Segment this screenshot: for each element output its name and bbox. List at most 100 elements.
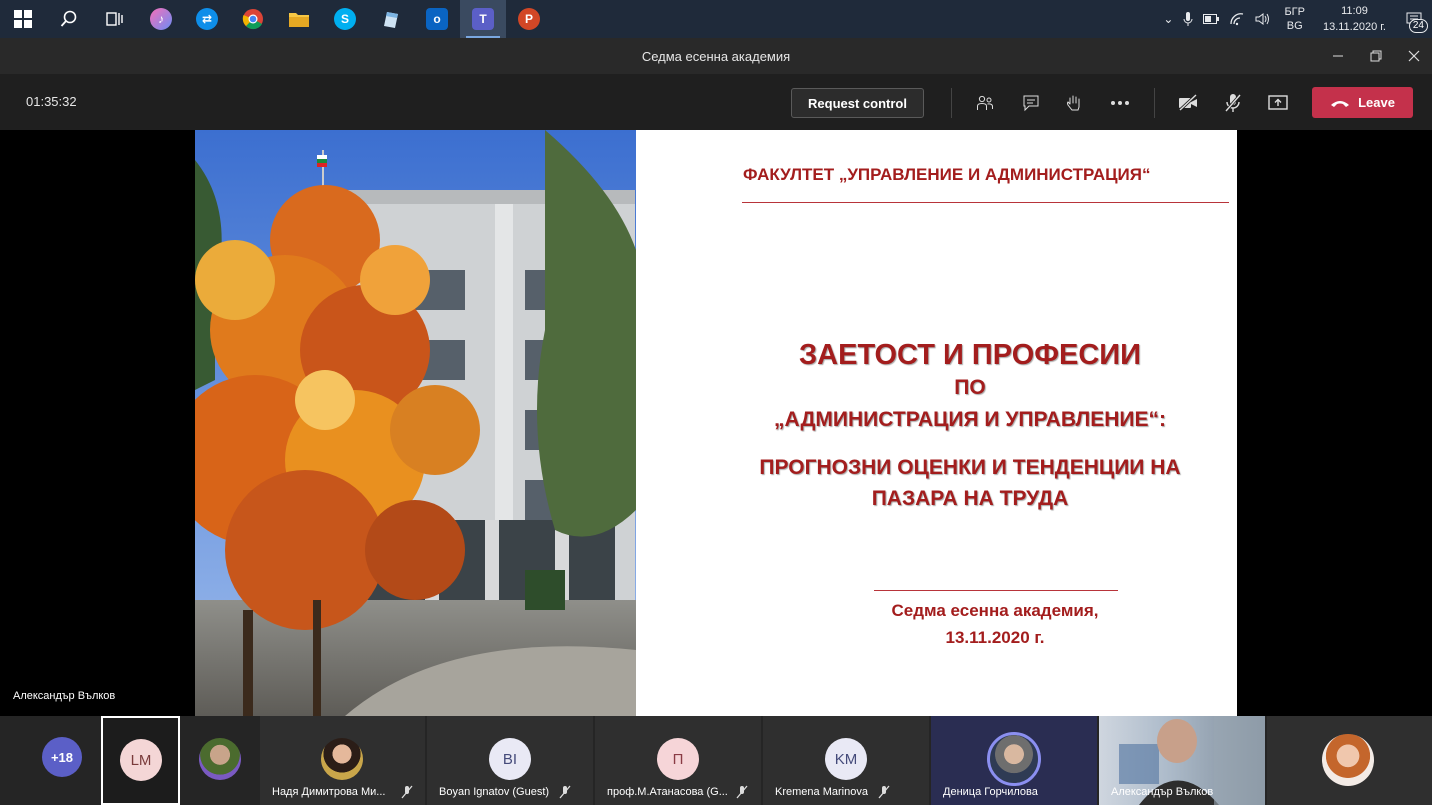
skype-icon: S [334, 8, 356, 30]
meeting-timer: 01:35:32 [26, 94, 77, 109]
teamviewer-app-button[interactable]: ⇄ [184, 0, 230, 38]
participant-tile-speaking[interactable]: Деница Горчилова [931, 716, 1097, 805]
mic-off-icon [736, 785, 748, 799]
outlook-icon: o [426, 8, 448, 30]
participant-name: Kremena Marinova [775, 786, 868, 798]
slide-event-name: Седма есенна академия, [891, 601, 1099, 620]
restore-button[interactable] [1357, 38, 1394, 74]
powerpoint-app-button[interactable]: P [506, 0, 552, 38]
avatar-photo [321, 738, 363, 780]
participant-name: Александър Вълков [1111, 786, 1214, 798]
camera-toggle-button[interactable] [1173, 88, 1203, 118]
share-content-button[interactable] [1263, 88, 1293, 118]
more-participants-button[interactable]: +18 [42, 737, 82, 777]
notes-app-button[interactable] [368, 0, 414, 38]
chat-icon [1023, 95, 1039, 112]
slide-footer: Седма есенна академия, 13.11.2020 г. [785, 597, 1205, 651]
building-photo-image [195, 130, 636, 716]
slide-title-line-2: ПО [954, 376, 986, 399]
slide-divider-top [742, 202, 1229, 203]
chat-button[interactable] [1016, 88, 1046, 118]
action-center-button[interactable]: 24 [1396, 0, 1432, 38]
slide-title-line-3: „АДМИНИСТРАЦИЯ И УПРАВЛЕНИЕ“: [774, 408, 1166, 431]
mic-off-icon [401, 785, 413, 799]
battery-icon[interactable] [1203, 14, 1220, 24]
restore-icon [1370, 50, 1381, 62]
close-button[interactable] [1395, 38, 1432, 74]
window-titlebar: Седма есенна академия [0, 38, 1432, 74]
mic-off-icon [559, 785, 571, 799]
avatar: П [657, 738, 699, 780]
slide-title-line-1: ЗАЕТОСТ И ПРОФЕСИИ [799, 339, 1141, 371]
leave-button[interactable]: Leave [1312, 87, 1413, 118]
leave-label: Leave [1358, 95, 1395, 110]
chevron-up-icon[interactable]: ⌄ [1163, 12, 1173, 26]
raise-hand-icon [1067, 95, 1080, 111]
slide-main-title: ЗАЕТОСТ И ПРОФЕСИИ ПО „АДМИНИСТРАЦИЯ И У… [725, 338, 1215, 515]
slide-divider-bottom [874, 590, 1118, 591]
participant-tile[interactable]: П проф.М.Атанасова (G... [595, 716, 761, 805]
search-icon [60, 10, 77, 27]
chrome-app-button[interactable] [230, 0, 276, 38]
task-view-button[interactable] [92, 0, 138, 38]
minimize-icon [1332, 55, 1343, 57]
avatar-photo [199, 738, 241, 780]
avatar: KM [825, 738, 867, 780]
mic-toggle-button[interactable] [1218, 88, 1248, 118]
slide-event-date: 13.11.2020 г. [945, 628, 1045, 647]
participant-name: проф.М.Атанасова (G... [607, 786, 728, 798]
participant-tile[interactable]: Надя Димитрова Ми... [260, 716, 425, 805]
participant-tile[interactable]: LM [101, 716, 180, 805]
itunes-icon: ♪ [150, 8, 172, 30]
itunes-app-button[interactable]: ♪ [138, 0, 184, 38]
participant-tile[interactable] [1267, 716, 1432, 805]
mic-off-icon [1224, 94, 1242, 112]
window-controls [1318, 38, 1432, 74]
more-actions-button[interactable] [1105, 88, 1135, 118]
teams-app-button[interactable]: T [460, 0, 506, 38]
language-code: БГР [1284, 6, 1305, 18]
teamviewer-icon: ⇄ [196, 8, 218, 30]
request-control-button[interactable]: Request control [791, 88, 924, 118]
participants-button[interactable] [970, 88, 1000, 118]
participant-tile[interactable] [182, 716, 258, 805]
task-view-icon [106, 12, 123, 26]
folder-icon [289, 13, 309, 27]
minimize-button[interactable] [1319, 38, 1356, 74]
shared-content-stage: ФАКУЛТЕТ „УПРАВЛЕНИЕ И АДМИНИСТРАЦИЯ“ ЗА… [0, 130, 1432, 716]
clock-time: 11:09 [1341, 5, 1368, 17]
participant-tile-video[interactable]: Александър Вълков [1099, 716, 1265, 805]
slide-faculty-heading: ФАКУЛТЕТ „УПРАВЛЕНИЕ И АДМИНИСТРАЦИЯ“ [743, 165, 1151, 184]
toolbar-divider [951, 88, 952, 118]
system-tray: ⌄ БГР BG 11:09 13.11.2020 г. 24 [1158, 0, 1432, 38]
participant-tile[interactable]: KM Kremena Marinova [763, 716, 929, 805]
volume-icon[interactable] [1255, 12, 1271, 26]
share-screen-icon [1268, 95, 1288, 110]
avatar-photo [987, 732, 1041, 786]
window-title: Седма есенна академия [641, 48, 791, 64]
hang-up-icon [1331, 100, 1350, 107]
clock[interactable]: 11:09 13.11.2020 г. [1323, 3, 1386, 35]
powerpoint-icon: P [518, 8, 540, 30]
participants-strip: +18 LM Надя Димитрова Ми... BI Boyan Ign… [0, 716, 1432, 805]
slide-title-line-4: ПРОГНОЗНИ ОЦЕНКИ И ТЕНДЕНЦИИ НА [759, 456, 1181, 479]
avatar: LM [120, 739, 162, 781]
taskbar-search-button[interactable] [46, 0, 92, 38]
camera-off-icon [1178, 94, 1198, 112]
outlook-app-button[interactable]: o [414, 0, 460, 38]
participant-name: Деница Горчилова [943, 786, 1038, 798]
toolbar-divider [1154, 88, 1155, 118]
participant-tile[interactable]: BI Boyan Ignatov (Guest) [427, 716, 593, 805]
raise-hand-button[interactable] [1059, 88, 1089, 118]
file-explorer-app-button[interactable] [276, 0, 322, 38]
mic-off-icon [878, 785, 890, 799]
microphone-icon[interactable] [1183, 11, 1193, 27]
meeting-toolbar: 01:35:32 Request control Leave [0, 74, 1432, 130]
skype-app-button[interactable]: S [322, 0, 368, 38]
teams-icon: T [472, 8, 494, 30]
wifi-icon[interactable] [1229, 12, 1245, 26]
input-language[interactable]: БГР BG [1284, 5, 1305, 33]
start-button[interactable] [0, 0, 46, 38]
close-icon [1408, 50, 1419, 62]
more-icon [1111, 101, 1129, 105]
